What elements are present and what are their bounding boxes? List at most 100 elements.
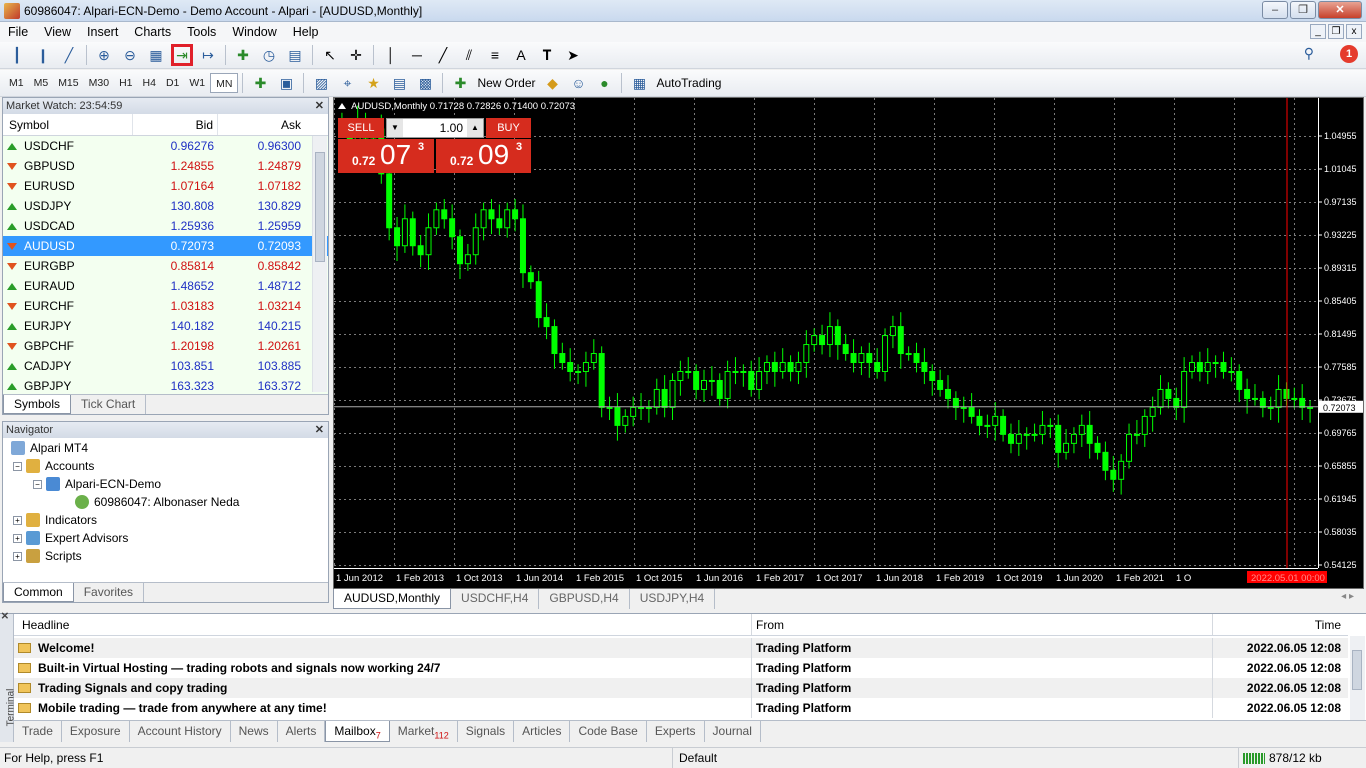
market-watch-row[interactable]: GBPCHF 1.20198 1.20261: [3, 336, 328, 356]
chart-window[interactable]: 0.72 07 3 1.04955 1.01045 0.97135 0.93225 0.893…: [333, 97, 1364, 589]
tab-scroll-icon[interactable]: ◂ ▸: [1341, 591, 1354, 602]
menu-charts[interactable]: Charts: [126, 22, 179, 42]
expand-icon[interactable]: +: [13, 533, 22, 543]
decrease-lot-icon[interactable]: ▼: [387, 119, 403, 137]
data-window-icon[interactable]: ⌖: [336, 72, 358, 94]
column-symbol[interactable]: Symbol: [3, 114, 133, 135]
close-icon[interactable]: ✕: [1, 611, 12, 619]
column-bid[interactable]: Bid: [133, 114, 218, 135]
strategy-tester-icon[interactable]: ▩: [414, 72, 436, 94]
menu-tools[interactable]: Tools: [179, 22, 224, 42]
mdi-close-icon[interactable]: x: [1346, 24, 1362, 39]
close-icon[interactable]: ✕: [1318, 1, 1362, 19]
lot-size-value[interactable]: 1.00: [403, 121, 467, 135]
timeframe-m30[interactable]: M30: [84, 73, 114, 93]
mailbox-row[interactable]: Built-in Virtual Hosting — trading robot…: [14, 658, 1348, 678]
tab-experts[interactable]: Experts: [647, 721, 705, 742]
text-label-icon[interactable]: 𝐓: [536, 44, 558, 66]
mdi-restore-icon[interactable]: ❐: [1328, 24, 1344, 39]
timeframe-w1[interactable]: W1: [184, 73, 210, 93]
market-watch-icon[interactable]: ▨: [310, 72, 332, 94]
increase-lot-icon[interactable]: ▲: [467, 119, 483, 137]
cursor-icon[interactable]: ↖: [319, 44, 341, 66]
nav-expert-advisors[interactable]: + Expert Advisors: [13, 529, 128, 547]
expand-icon[interactable]: +: [13, 551, 22, 561]
sell-button[interactable]: SELL: [338, 118, 384, 138]
timeframe-h1[interactable]: H1: [114, 73, 137, 93]
nav-indicators[interactable]: + Indicators: [13, 511, 97, 529]
metaeditor-icon[interactable]: ◆: [541, 72, 563, 94]
tab-market[interactable]: Market112: [390, 721, 458, 742]
tab-journal[interactable]: Journal: [705, 721, 761, 742]
timeframe-m15[interactable]: M15: [53, 73, 83, 93]
vertical-line-icon[interactable]: │: [380, 44, 402, 66]
terminal-scrollbar[interactable]: [1350, 636, 1365, 720]
nav-server[interactable]: − Alpari-ECN-Demo: [33, 475, 161, 493]
tab-tick-chart[interactable]: Tick Chart: [71, 395, 147, 414]
tab-usdjpy-h4[interactable]: USDJPY,H4: [630, 589, 716, 609]
search-icon[interactable]: ⚲: [1304, 45, 1314, 62]
notification-badge[interactable]: 1: [1340, 45, 1358, 63]
text-icon[interactable]: A: [510, 44, 532, 66]
market-watch-row[interactable]: USDJPY 130.808 130.829: [3, 196, 328, 216]
timeframe-mn[interactable]: MN: [210, 73, 239, 93]
chart-shift-icon[interactable]: ⇥: [171, 44, 193, 66]
tab-symbols[interactable]: Symbols: [3, 395, 72, 414]
crosshair-icon[interactable]: ✛: [345, 44, 367, 66]
expand-icon[interactable]: +: [13, 515, 22, 525]
tab-audusd-monthly[interactable]: AUDUSD,Monthly: [333, 589, 452, 609]
tab-account-history[interactable]: Account History: [130, 721, 231, 742]
tab-favorites[interactable]: Favorites: [74, 583, 145, 602]
timeframe-d1[interactable]: D1: [161, 73, 184, 93]
tab-news[interactable]: News: [231, 721, 278, 742]
market-watch-row[interactable]: CADJPY 103.851 103.885: [3, 356, 328, 376]
close-icon[interactable]: ✕: [315, 98, 324, 114]
column-from[interactable]: From: [752, 614, 1213, 635]
navigator-icon[interactable]: ★: [362, 72, 384, 94]
nav-account[interactable]: 60986047: Albonaser Neda: [75, 493, 239, 511]
tile-windows-icon[interactable]: ▦: [145, 44, 167, 66]
indicators-icon[interactable]: ✚: [232, 44, 254, 66]
tab-common[interactable]: Common: [3, 583, 74, 602]
vps-icon[interactable]: ●: [593, 72, 615, 94]
market-watch-scrollbar[interactable]: [312, 136, 327, 392]
market-watch-row[interactable]: EURCHF 1.03183 1.03214: [3, 296, 328, 316]
tab-usdchf-h4[interactable]: USDCHF,H4: [451, 589, 540, 609]
menu-insert[interactable]: Insert: [79, 22, 126, 42]
profiles-icon[interactable]: ▣: [275, 72, 297, 94]
tab-alerts[interactable]: Alerts: [278, 721, 326, 742]
mql-community-icon[interactable]: ☺: [567, 72, 589, 94]
bar-chart-icon[interactable]: ┃: [6, 44, 28, 66]
collapse-trade-panel-icon[interactable]: [338, 103, 346, 109]
mdi-minimize-icon[interactable]: _: [1310, 24, 1326, 39]
market-watch-row[interactable]: AUDUSD 0.72073 0.72093: [3, 236, 328, 256]
tab-trade[interactable]: Trade: [14, 721, 62, 742]
market-watch-row[interactable]: USDCAD 1.25936 1.25959: [3, 216, 328, 236]
tab-code-base[interactable]: Code Base: [570, 721, 647, 742]
tab-articles[interactable]: Articles: [514, 721, 571, 742]
close-icon[interactable]: ✕: [315, 422, 324, 438]
zoom-in-icon[interactable]: ⊕: [93, 44, 115, 66]
collapse-icon[interactable]: −: [33, 479, 42, 489]
nav-scripts[interactable]: + Scripts: [13, 547, 82, 565]
nav-root[interactable]: Alpari MT4: [11, 439, 88, 457]
tab-gbpusd-h4[interactable]: GBPUSD,H4: [539, 589, 630, 609]
market-watch-row[interactable]: EURAUD 1.48652 1.48712: [3, 276, 328, 296]
periods-icon[interactable]: ◷: [258, 44, 280, 66]
auto-trading-button[interactable]: AutoTrading: [652, 72, 725, 94]
horizontal-line-icon[interactable]: ─: [406, 44, 428, 66]
fibonacci-icon[interactable]: ≡: [484, 44, 506, 66]
mailbox-row[interactable]: Mobile trading — trade from anywhere at …: [14, 698, 1348, 718]
buy-button[interactable]: BUY: [486, 118, 531, 138]
collapse-icon[interactable]: −: [13, 461, 22, 471]
timeframe-m1[interactable]: M1: [4, 73, 29, 93]
restore-icon[interactable]: ❐: [1290, 1, 1316, 19]
nav-accounts[interactable]: − Accounts: [13, 457, 94, 475]
sell-price[interactable]: 0.72 07 3: [338, 139, 434, 173]
new-order-button[interactable]: New Order: [473, 72, 539, 94]
mailbox-row[interactable]: Welcome! Trading Platform 2022.06.05 12:08: [14, 638, 1348, 658]
menu-window[interactable]: Window: [224, 22, 284, 42]
templates-icon[interactable]: ▤: [284, 44, 306, 66]
candlestick-chart-icon[interactable]: ❙: [32, 44, 54, 66]
market-watch-row[interactable]: EURJPY 140.182 140.215: [3, 316, 328, 336]
